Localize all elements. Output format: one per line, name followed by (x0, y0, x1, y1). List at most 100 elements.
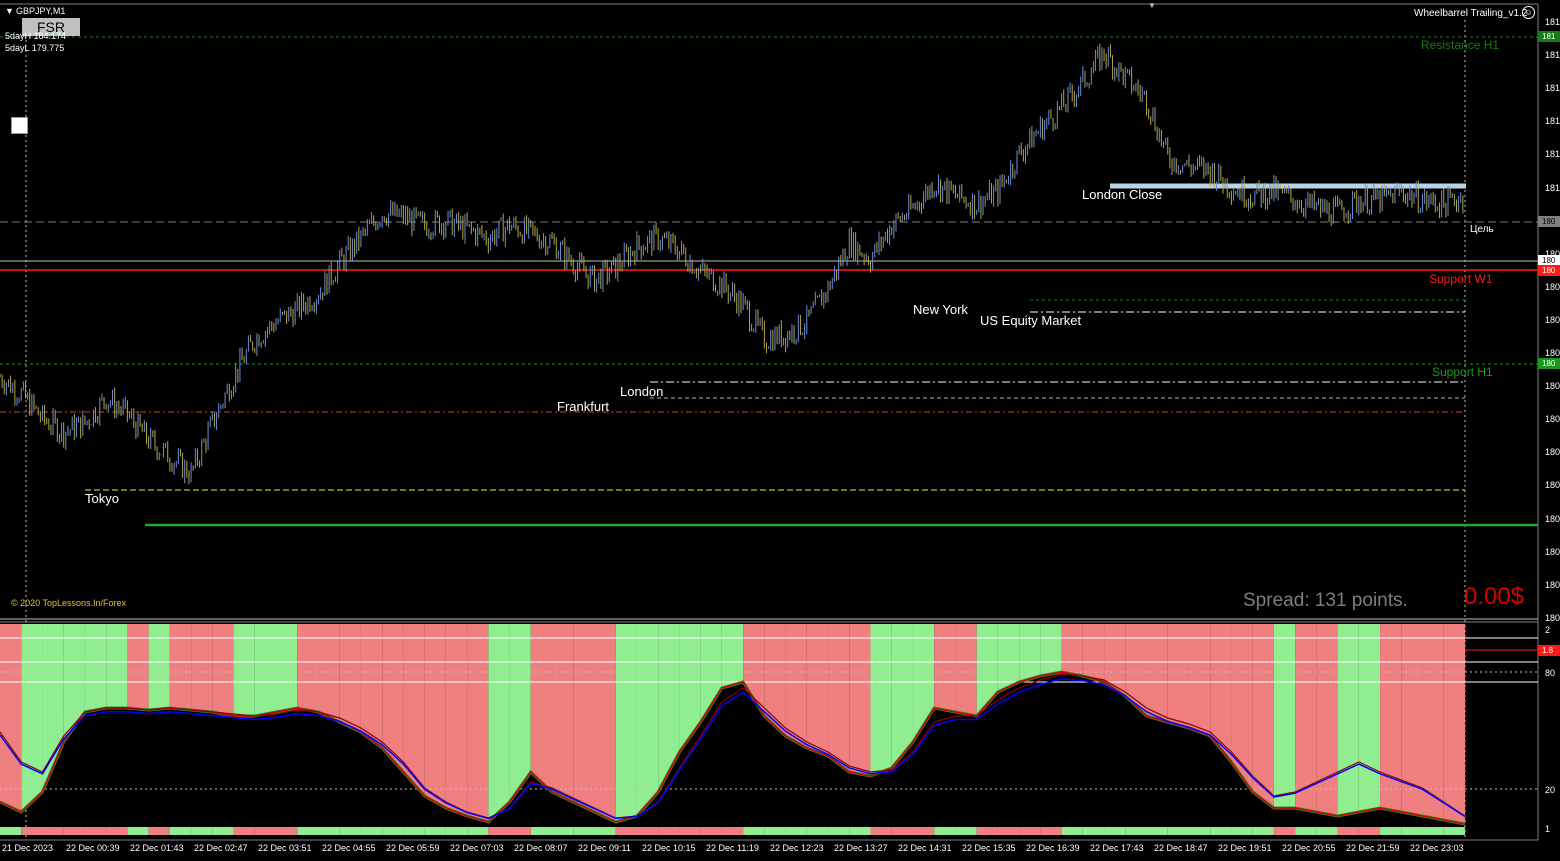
osc-band (276, 827, 298, 835)
osc-band (1167, 624, 1189, 728)
osc-axis-top: 2 (1545, 625, 1551, 635)
osc-band (382, 827, 404, 835)
osc-band (1252, 827, 1274, 835)
price-chart-canvas[interactable] (0, 0, 1560, 861)
osc-band (169, 827, 192, 835)
osc-band (530, 827, 553, 835)
osc-band (764, 827, 786, 835)
session-tokyo-label: Tokyo (85, 491, 119, 506)
osc-band (552, 624, 574, 802)
osc-band (1125, 827, 1147, 835)
osc-band (106, 624, 128, 708)
time-axis-label: 22 Dec 02:47 (194, 843, 248, 853)
osc-band (1082, 827, 1105, 835)
osc-band (445, 624, 468, 816)
osc-band (934, 624, 956, 712)
osc-band (445, 827, 468, 835)
price-axis-label: 180 (1545, 281, 1560, 292)
time-axis-label: 22 Dec 23:03 (1410, 843, 1464, 853)
time-axis-label: 22 Dec 00:39 (66, 843, 120, 853)
time-axis-label: 22 Dec 08:07 (514, 843, 568, 853)
osc-band (828, 624, 850, 772)
osc-band (552, 827, 574, 835)
osc-band (84, 827, 107, 835)
osc-band (594, 624, 616, 822)
osc-band (1188, 827, 1211, 835)
support-h1-price-tag: 180 (1538, 358, 1560, 369)
osc-band (849, 624, 871, 776)
osc-axis-20: 20 (1545, 785, 1556, 795)
price-axis-label: 181 (1545, 116, 1560, 127)
osc-band (233, 827, 255, 835)
osc-band (912, 827, 935, 835)
time-axis-label: 22 Dec 03:51 (258, 843, 312, 853)
osc-band (679, 827, 701, 835)
osc-band (573, 624, 595, 812)
osc-band (297, 827, 319, 835)
osc-band (127, 827, 149, 835)
mt-terminal-chart[interactable]: ▼ GBPJPY,M1 FSR 5dayH 184.174 5dayL 179.… (0, 0, 1560, 861)
osc-band (891, 827, 913, 835)
spread-label: Spread: 131 points. (1243, 590, 1408, 611)
price-axis-label: 180 (1545, 612, 1560, 623)
osc-band (84, 624, 107, 712)
osc-band (254, 827, 277, 835)
session-us-equity-label: US Equity Market (980, 313, 1082, 328)
osc-band (191, 624, 213, 712)
target-label: Цель (1470, 224, 1494, 235)
toggle-square-button[interactable] (11, 117, 28, 134)
osc-band (424, 624, 446, 808)
osc-band (318, 827, 340, 835)
osc-band (276, 624, 298, 712)
osc-band (339, 624, 361, 732)
osc-band (1146, 827, 1168, 835)
copyright-label: © 2020 TopLessons.In/Forex (11, 598, 127, 608)
symbol-dropdown-icon[interactable]: ▼ (5, 7, 14, 16)
osc-band (806, 624, 829, 756)
time-axis-label: 21 Dec 2023 (2, 843, 54, 853)
osc-band (530, 624, 553, 792)
time-axis-label: 22 Dec 18:47 (1154, 843, 1208, 853)
osc-band (1337, 827, 1359, 835)
osc-band (1019, 624, 1041, 682)
session-new-york-label: New York (913, 302, 968, 317)
osc-band (658, 624, 680, 792)
osc-band (1316, 624, 1338, 816)
price-axis-label: 181 (1545, 17, 1560, 27)
price-axis-label: 181 (1545, 83, 1560, 94)
price-axis-label: 180 (1545, 480, 1560, 491)
resistance-h1-label: Resistance H1 (1421, 38, 1500, 52)
osc-band (1422, 827, 1444, 835)
osc-band (1358, 624, 1381, 812)
session-frankfurt-label: Frankfurt (557, 399, 610, 414)
profit-label: 0.00$ (1464, 583, 1525, 610)
osc-band (318, 624, 340, 722)
osc-band (1061, 827, 1083, 835)
osc-band (42, 827, 64, 835)
osc-band (615, 827, 637, 835)
smile-icon[interactable]: ☺ (1522, 6, 1535, 19)
osc-band (1380, 827, 1402, 835)
osc-band (1188, 624, 1211, 736)
price-axis-label: 180 (1545, 381, 1560, 392)
osc-band (339, 827, 361, 835)
oscillator-bands (0, 624, 1465, 835)
shift-marker-icon[interactable]: ▼ (1148, 2, 1156, 10)
osc-band (828, 827, 850, 835)
osc-band (488, 624, 510, 822)
price-axis-label: 181 (1545, 50, 1560, 61)
price-axis-label: 180 (1545, 348, 1560, 358)
osc-red-tag: 1.8 (1538, 645, 1560, 656)
support-h1-label: Support H1 (1432, 365, 1493, 379)
osc-band (1040, 624, 1062, 676)
osc-band (127, 624, 149, 710)
osc-band (1380, 624, 1402, 812)
osc-band (424, 827, 446, 835)
time-axis-label: 22 Dec 12:23 (770, 843, 824, 853)
osc-band (636, 827, 659, 835)
osc-band (148, 624, 170, 710)
session-london-label: London (620, 384, 664, 399)
osc-band (403, 624, 425, 796)
osc-band (467, 827, 489, 835)
osc-band (1358, 827, 1381, 835)
